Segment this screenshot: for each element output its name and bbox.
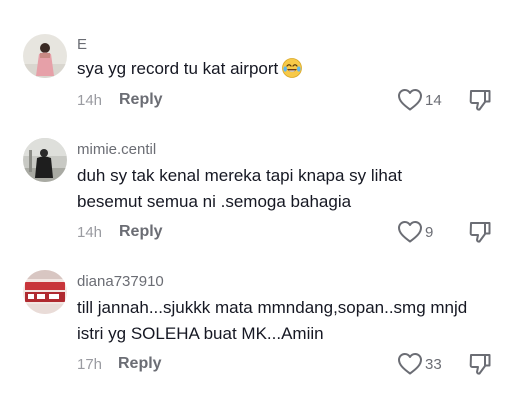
like-count: 14 [425,92,442,109]
comment-username[interactable]: E [77,36,87,53]
like-count: 9 [425,224,434,241]
avatar[interactable] [23,138,67,182]
comment-timestamp: 14h [77,92,103,109]
comment-text: sya yg record tu kat airport [77,56,497,82]
comment-text-content: sya yg record tu kat airport [77,59,279,78]
like-button[interactable] [397,352,423,376]
comment-text: till jannah...sjukkk mata mmndang,sopan.… [77,298,468,343]
reply-button[interactable]: Reply [119,223,163,241]
heart-icon [398,221,422,243]
heart-icon [398,353,422,375]
comment-timestamp: 14h [77,224,103,241]
like-button[interactable] [397,220,423,244]
comment-username[interactable]: diana737910 [77,273,164,290]
comment-text: duh sy tak kenal mereka tapi knapa sy li… [77,166,403,211]
avatar[interactable] [23,34,67,78]
comment-timestamp: 17h [77,356,103,373]
dislike-button[interactable] [468,220,492,244]
dislike-button[interactable] [468,88,492,112]
comment-username[interactable]: mimie.centil [77,141,156,158]
avatar[interactable] [23,270,67,314]
heart-icon [398,89,422,111]
reply-button[interactable]: Reply [118,355,162,373]
thumbs-down-icon [469,354,491,375]
reply-button[interactable]: Reply [119,91,163,109]
dislike-button[interactable] [468,352,492,376]
thumbs-down-icon [469,222,491,243]
laughing-tears-emoji-icon [282,58,303,78]
like-count: 33 [425,356,442,373]
thumbs-down-icon [469,90,491,111]
like-button[interactable] [397,88,423,112]
